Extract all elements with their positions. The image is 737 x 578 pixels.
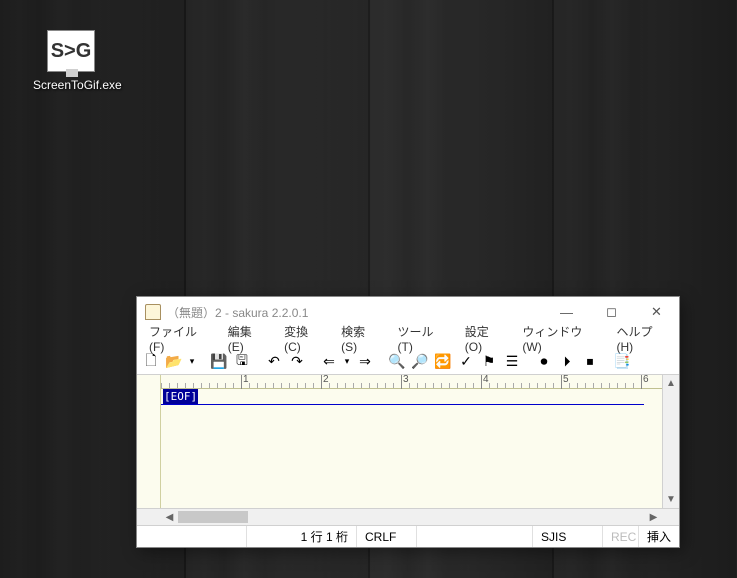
- status-insert-mode[interactable]: 挿入: [639, 526, 679, 547]
- status-rec[interactable]: REC: [603, 526, 639, 547]
- scroll-left-icon[interactable]: ◀: [161, 509, 178, 525]
- status-position: 1 行 1 桁: [247, 526, 357, 547]
- bookmark-list-icon[interactable]: ⚑: [479, 352, 499, 372]
- hscroll-track[interactable]: [178, 509, 645, 525]
- vertical-scrollbar[interactable]: ▲ ▼: [662, 375, 679, 508]
- column-ruler: 1 2 3 4 5 6: [161, 375, 662, 389]
- bookmark-icon[interactable]: ✓: [456, 352, 476, 372]
- open-file-icon[interactable]: 📂: [164, 352, 184, 372]
- status-empty-left: [137, 526, 247, 547]
- scroll-corner-left: [137, 509, 161, 525]
- status-newline: CRLF: [357, 526, 417, 547]
- replace-icon[interactable]: 🔁: [433, 352, 453, 372]
- open-dropdown-icon[interactable]: ▾: [187, 352, 197, 372]
- text-pane[interactable]: 123456 [EOF]: [161, 375, 662, 508]
- status-encoding: SJIS: [533, 526, 603, 547]
- status-spacer: [417, 526, 533, 547]
- desktop-icon-screentogif[interactable]: S>G ScreenToGif.exe: [33, 30, 109, 92]
- toolbar: 🗋 📂 ▾ 💾 🖫 ↶ ↷ ⇐ ▾ ⇒ 🔍 🔎 🔁 ✓ ⚑ ☰ ⏺ ⏵ ⏹ 📑: [137, 349, 679, 375]
- ruler-label: 5: [563, 375, 569, 385]
- macro-play-icon[interactable]: ⏵: [557, 352, 577, 372]
- ruler-label: 4: [483, 375, 489, 385]
- nav-back-icon[interactable]: ⇐: [319, 352, 339, 372]
- cursor-line-underline: [161, 389, 644, 405]
- horizontal-scrollbar[interactable]: ◀ ▶: [137, 508, 679, 525]
- find-next-icon[interactable]: 🔎: [410, 352, 430, 372]
- redo-icon[interactable]: ↷: [287, 352, 307, 372]
- ruler-label: 1: [243, 375, 249, 385]
- scroll-down-icon[interactable]: ▼: [663, 491, 679, 508]
- screentogif-icon: S>G: [47, 30, 95, 72]
- save-all-icon[interactable]: 🖫: [232, 352, 252, 372]
- macro-rec-icon[interactable]: ⏺: [534, 352, 554, 372]
- ruler-label: 6: [643, 375, 649, 385]
- nav-forward-icon[interactable]: ⇒: [355, 352, 375, 372]
- scroll-up-icon[interactable]: ▲: [663, 375, 679, 392]
- nav-back-dropdown-icon[interactable]: ▾: [342, 352, 352, 372]
- statusbar: 1 行 1 桁 CRLF SJIS REC 挿入: [137, 525, 679, 547]
- save-icon[interactable]: 💾: [209, 352, 229, 372]
- editor-area: 123456 [EOF] ▲ ▼: [137, 375, 679, 508]
- vscroll-track[interactable]: [663, 392, 679, 491]
- window-title: （無題）2 - sakura 2.2.0.1: [167, 304, 544, 321]
- desktop-icon-label: ScreenToGif.exe: [33, 78, 109, 92]
- menubar: ファイル(F) 編集(E) 変換(C) 検索(S) ツール(T) 設定(O) ウ…: [137, 327, 679, 349]
- hscroll-thumb[interactable]: [178, 511, 248, 523]
- undo-icon[interactable]: ↶: [264, 352, 284, 372]
- scroll-right-icon[interactable]: ▶: [645, 509, 662, 525]
- outline-icon[interactable]: ☰: [502, 352, 522, 372]
- macro-stop-icon[interactable]: ⏹: [580, 352, 600, 372]
- find-icon[interactable]: 🔍: [387, 352, 407, 372]
- ruler-label: 3: [403, 375, 409, 385]
- sakura-app-icon: [145, 304, 161, 320]
- new-file-icon[interactable]: 🗋: [141, 352, 161, 372]
- type-settings-icon[interactable]: 📑: [612, 352, 632, 372]
- ruler-label: 2: [323, 375, 329, 385]
- line-number-gutter: [137, 375, 161, 508]
- sakura-editor-window: （無題）2 - sakura 2.2.0.1 — ◻ ✕ ファイル(F) 編集(…: [136, 296, 680, 548]
- scroll-corner-right: [662, 509, 679, 525]
